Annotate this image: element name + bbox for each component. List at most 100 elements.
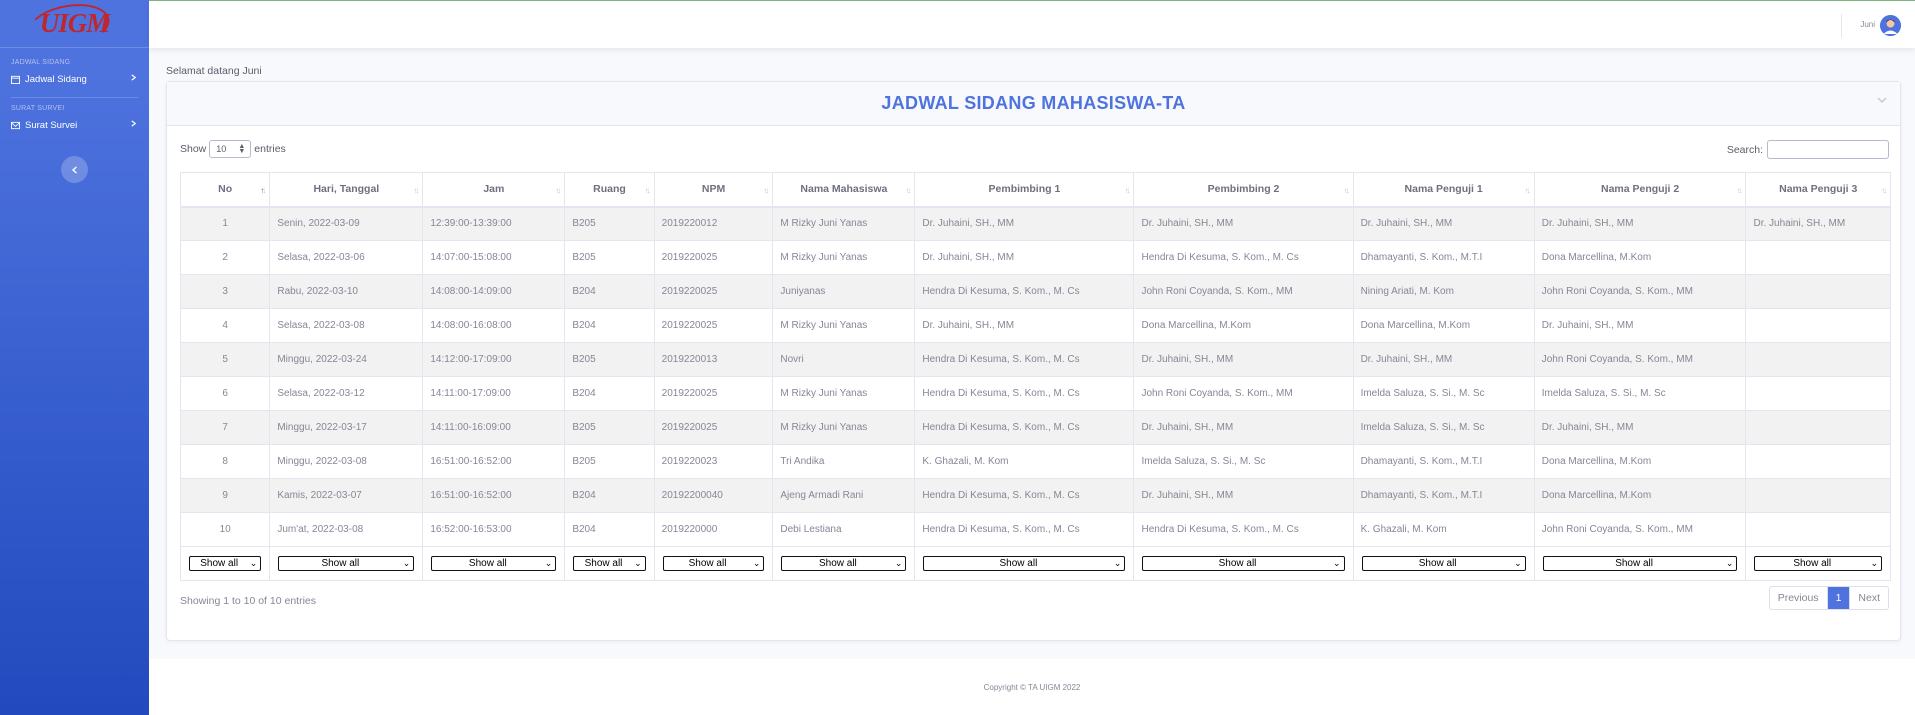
table-row[interactable]: 6 Selasa, 2022-03-12 14:11:00-17:09:00 B204… bbox=[179, 376, 1891, 411]
sort-icon: ↑↓ bbox=[644, 186, 651, 195]
column-header[interactable]: Pembimbing 2 ↑↓ bbox=[1133, 172, 1354, 208]
table-cell: M Rizky Juni Yanas bbox=[772, 206, 916, 241]
table-cell: K. Ghazali, M. Kom bbox=[914, 444, 1135, 479]
table-cell: M Rizky Juni Yanas bbox=[772, 410, 916, 445]
table-row[interactable]: 7 Minggu, 2022-03-17 14:11:00-16:09:00 B205… bbox=[179, 410, 1891, 445]
column-header[interactable]: Nama Penguji 2 ↑↓ bbox=[1533, 172, 1747, 208]
table-cell: Imelda Saluza, S. Si., M. Sc bbox=[1133, 444, 1354, 479]
table-cell bbox=[1745, 376, 1891, 411]
avatar[interactable] bbox=[1880, 15, 1901, 36]
search-label: Search: bbox=[1726, 143, 1763, 156]
chevron-down-icon: ⌄ bbox=[1870, 558, 1878, 568]
table-row[interactable]: 9 Kamis, 2022-03-07 16:51:00-16:52:00 B204 2… bbox=[179, 478, 1891, 513]
filter-select-value: Show all bbox=[1793, 558, 1832, 569]
column-header[interactable]: No ↑↓ bbox=[179, 172, 271, 208]
column-header[interactable]: Hari, Tanggal ↑↓ bbox=[269, 172, 424, 208]
column-filter-select[interactable]: Show all ⌄ bbox=[1361, 556, 1526, 571]
table-row[interactable]: 10 Jum'at, 2022-03-08 16:52:00-16:53:00 B20… bbox=[179, 512, 1891, 547]
previous-button[interactable]: Previous bbox=[1770, 587, 1827, 609]
table-cell: 2019220000 bbox=[653, 512, 774, 547]
column-filter-select[interactable]: Show all ⌄ bbox=[1754, 556, 1882, 571]
sidebar-toggle-button[interactable] bbox=[61, 156, 88, 183]
page-1-button[interactable]: 1 bbox=[1826, 587, 1850, 609]
sidebar-item-jadwal-sidang[interactable]: Jadwal Sidang bbox=[0, 66, 149, 92]
column-header[interactable]: Ruang ↑↓ bbox=[564, 172, 655, 208]
column-header[interactable]: NPM ↑↓ bbox=[653, 172, 774, 208]
envelope-icon bbox=[11, 121, 20, 129]
table-row[interactable]: 5 Minggu, 2022-03-24 14:12:00-17:09:00 B205… bbox=[179, 342, 1891, 377]
table-cell: Hendra Di Kesuma, S. Kom., M. Cs bbox=[914, 376, 1135, 411]
table-cell: Debi Lestiana bbox=[772, 512, 916, 547]
table-cell: Imelda Saluza, S. Si., M. Sc bbox=[1352, 376, 1535, 411]
table-cell: Senin, 2022-03-09 bbox=[269, 206, 424, 241]
table-cell: Hendra Di Kesuma, S. Kom., M. Cs bbox=[914, 342, 1135, 377]
table-row[interactable]: 3 Rabu, 2022-03-10 14:08:00-14:09:00 B204 20… bbox=[179, 274, 1891, 309]
column-header-label: Nama Penguji 3 bbox=[1779, 183, 1858, 196]
table-cell: Hendra Di Kesuma, S. Kom., M. Cs bbox=[914, 274, 1135, 309]
sort-icon: ↑↓ bbox=[763, 186, 769, 195]
column-header[interactable]: Jam ↑↓ bbox=[422, 172, 566, 208]
table-row[interactable]: 8 Minggu, 2022-03-08 16:51:00-16:52:00 B205… bbox=[179, 444, 1891, 479]
table-cell bbox=[1745, 274, 1891, 309]
sort-icon: ↑↓ bbox=[555, 186, 561, 195]
chevron-right-icon bbox=[131, 120, 137, 127]
table-cell: K. Ghazali, M. Kom bbox=[1352, 512, 1535, 547]
filter-select-value: Show all bbox=[200, 558, 239, 569]
column-filter-select[interactable]: Show all ⌄ bbox=[662, 556, 765, 571]
column-filter-select[interactable]: Show all ⌄ bbox=[781, 556, 907, 571]
user-name[interactable]: Juni bbox=[1860, 20, 1875, 29]
table-cell: Dona Marcellina, M.Kom bbox=[1133, 308, 1354, 343]
sort-icon: ↑↓ bbox=[1736, 186, 1742, 195]
chevron-down-icon[interactable] bbox=[1877, 95, 1887, 105]
entries-select[interactable]: 10 ▲ ▼ bbox=[209, 140, 252, 158]
table-cell: 2019220025 bbox=[653, 240, 774, 275]
next-button[interactable]: Next bbox=[1849, 587, 1888, 609]
table-cell: Hendra Di Kesuma, S. Kom., M. Cs bbox=[1133, 512, 1354, 547]
filter-select-value: Show all bbox=[999, 558, 1038, 569]
column-header[interactable]: Pembimbing 1 ↑↓ bbox=[914, 172, 1135, 208]
table-row[interactable]: 1 Senin, 2022-03-09 12:39:00-13:39:00 B205 2… bbox=[179, 206, 1891, 241]
table-cell: Minggu, 2022-03-24 bbox=[269, 342, 424, 377]
column-header[interactable]: Nama Penguji 1 ↑↓ bbox=[1352, 172, 1535, 208]
sidebar-brand[interactable]: UIGM bbox=[0, 0, 149, 48]
column-filter-select[interactable]: Show all ⌄ bbox=[1542, 556, 1738, 571]
table-cell: 4 bbox=[179, 308, 271, 343]
filter-cell: Show all ⌄ bbox=[269, 546, 424, 581]
table-row[interactable]: 2 Selasa, 2022-03-06 14:07:00-15:08:00 B205… bbox=[179, 240, 1891, 275]
card-header: JADWAL SIDANG MAHASISWA-TA bbox=[167, 82, 1900, 126]
table-cell bbox=[1745, 444, 1891, 479]
column-header[interactable]: Nama Mahasiswa ↑↓ bbox=[772, 172, 916, 208]
column-filter-select[interactable]: Show all ⌄ bbox=[573, 556, 646, 571]
table-cell: John Roni Coyanda, S. Kom., MM bbox=[1133, 376, 1354, 411]
table-cell bbox=[1745, 342, 1891, 377]
column-filter-select[interactable]: Show all ⌄ bbox=[278, 556, 415, 571]
column-filter-select[interactable]: Show all ⌄ bbox=[431, 556, 557, 571]
table-cell: Juniyanas bbox=[772, 274, 916, 309]
table-info: Showing 1 to 10 of 10 entries bbox=[180, 595, 317, 607]
chevron-down-icon: ⌄ bbox=[752, 558, 761, 568]
chevron-down-icon: ⌄ bbox=[1113, 558, 1122, 568]
sidebar: UIGM JADWAL SIDANG Jadwal Sidang SURAT S… bbox=[0, 0, 149, 715]
sidebar-item-surat-survei[interactable]: Surat Survei bbox=[0, 112, 149, 138]
table-cell: Nining Ariati, M. Kom bbox=[1352, 274, 1535, 309]
column-header-label: Jam bbox=[483, 183, 505, 196]
column-filter-select[interactable]: Show all ⌄ bbox=[1142, 556, 1345, 571]
table-cell: 7 bbox=[179, 410, 271, 445]
table-header-row: No ↑↓ Hari, Tanggal ↑↓ Jam ↑↓ Ruang ↑↓ NPM ↑↓ Nama… bbox=[179, 172, 1891, 208]
column-filter-select[interactable]: Show all ⌄ bbox=[189, 556, 262, 571]
table-cell: 20192200040 bbox=[653, 478, 774, 513]
column-filter-select[interactable]: Show all ⌄ bbox=[923, 556, 1126, 571]
column-header-label: Nama Mahasiswa bbox=[800, 183, 888, 196]
chevron-down-icon: ⌄ bbox=[249, 558, 258, 568]
column-header-label: No bbox=[218, 183, 233, 196]
search-input[interactable] bbox=[1767, 140, 1889, 159]
column-header-label: NPM bbox=[701, 183, 726, 196]
entries-label: entries bbox=[254, 143, 286, 155]
table-cell: 3 bbox=[179, 274, 271, 309]
column-header[interactable]: Nama Penguji 3 ↑↓ bbox=[1745, 172, 1891, 208]
table-cell bbox=[1745, 478, 1891, 513]
filter-cell: Show all ⌄ bbox=[1745, 546, 1891, 581]
filter-select-value: Show all bbox=[1218, 558, 1257, 569]
table-row[interactable]: 4 Selasa, 2022-03-08 14:08:00-16:08:00 B204… bbox=[179, 308, 1891, 343]
table-cell: Rabu, 2022-03-10 bbox=[269, 274, 424, 309]
